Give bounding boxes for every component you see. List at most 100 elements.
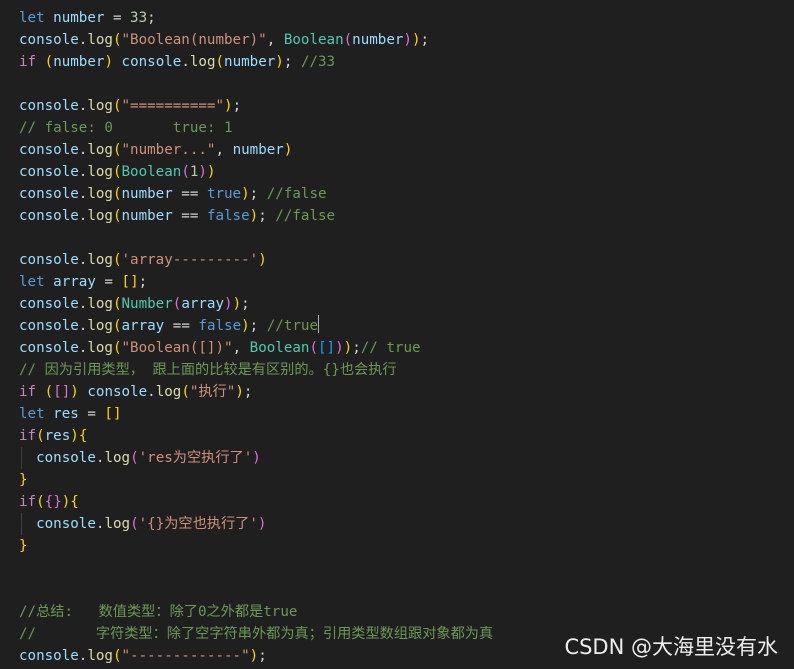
code-token: = <box>95 274 122 290</box>
code-line[interactable]: let array = []; <box>19 271 794 293</box>
code-token: == <box>164 318 199 334</box>
text-cursor <box>318 315 320 333</box>
code-line[interactable] <box>19 73 794 95</box>
code-token: ; <box>138 274 148 290</box>
code-token: "Boolean(number)" <box>121 32 267 48</box>
code-token: ) <box>249 648 259 664</box>
indent-guide <box>21 447 22 469</box>
code-editor[interactable]: let number = 33; console.log("Boolean(num… <box>0 0 794 669</box>
code-token: ; <box>258 208 276 224</box>
code-token: ) <box>257 516 267 532</box>
code-token: // 因为引用类型， 跟上面的比较是有区别的。{}也会执行 <box>19 362 397 378</box>
code-token: number <box>224 54 276 70</box>
code-token: ( <box>112 318 122 334</box>
code-token: console <box>19 296 79 312</box>
code-token: ) <box>206 164 216 180</box>
code-token: if <box>19 428 37 444</box>
code-line[interactable]: console.log('res为空执行了') <box>19 447 794 469</box>
code-token: console <box>19 142 79 158</box>
code-token: //true <box>266 318 319 334</box>
code-line[interactable]: if(res){ <box>19 425 794 447</box>
code-token: == <box>172 208 207 224</box>
code-token: ; <box>232 98 242 114</box>
code-line[interactable]: console.log(Boolean(1)) <box>19 161 794 183</box>
code-token: "执行" <box>189 384 236 400</box>
code-token: ( <box>112 208 122 224</box>
code-token: if <box>19 384 37 400</box>
code-token: { <box>44 494 54 510</box>
code-line[interactable]: if ([]) console.log("执行"); <box>19 381 794 403</box>
code-line[interactable]: console.log(array == false); //true <box>19 315 794 337</box>
code-token: log <box>87 32 113 48</box>
code-line[interactable]: console.log(number == true); //false <box>19 183 794 205</box>
code-token: "number..." <box>121 142 216 158</box>
code-line[interactable]: console.log("Boolean([])", Boolean([]));… <box>19 337 794 359</box>
code-line[interactable]: console.log("number...", number) <box>19 139 794 161</box>
code-line[interactable]: let res = [] <box>19 403 794 425</box>
code-token: ] <box>61 384 71 400</box>
code-token: number <box>232 142 284 158</box>
code-token: ( <box>44 384 54 400</box>
code-token: '{}为空也执行了' <box>138 516 258 532</box>
code-token: log <box>87 648 113 664</box>
indent-guide <box>21 513 22 535</box>
code-line[interactable]: console.log(Number(array)); <box>19 293 794 315</box>
code-area[interactable]: let number = 33; console.log("Boolean(num… <box>19 7 794 667</box>
code-token: ( <box>112 164 122 180</box>
code-token: if <box>19 494 37 510</box>
code-token: ) <box>335 340 344 356</box>
code-token: [ <box>104 406 113 422</box>
code-line[interactable]: if({}){ <box>19 491 794 513</box>
code-token: log <box>189 54 216 70</box>
code-line[interactable]: } <box>19 469 794 491</box>
code-token: number <box>121 208 173 224</box>
code-line[interactable] <box>19 227 794 249</box>
code-token: ) <box>241 186 250 202</box>
code-token: } <box>19 538 28 554</box>
code-token: console <box>19 164 79 180</box>
code-token: { <box>70 494 79 510</box>
code-token: } <box>19 472 28 488</box>
code-token: = <box>104 10 131 26</box>
code-token: ( <box>309 340 318 356</box>
code-token: ; <box>352 340 361 356</box>
code-line[interactable]: console.log("Boolean(number)", Boolean(n… <box>19 29 794 51</box>
code-token: ( <box>130 516 139 532</box>
code-token: //false <box>266 186 327 202</box>
code-token: console <box>36 516 96 532</box>
code-line[interactable]: //总结: 数值类型：除了0之外都是true <box>19 601 794 623</box>
code-token: // false: 0 true: 1 <box>19 120 233 136</box>
code-token: ( <box>44 54 54 70</box>
code-token: array <box>53 274 96 290</box>
code-line[interactable]: console.log("=========="); <box>19 95 794 117</box>
code-token: ) <box>252 450 261 466</box>
code-token: ; <box>249 318 267 334</box>
code-token: 'res为空执行了' <box>138 450 253 466</box>
code-token: log <box>87 98 113 114</box>
code-token: console <box>36 450 96 466</box>
code-token: ) <box>70 428 79 444</box>
code-token: res <box>53 406 79 422</box>
code-line[interactable]: let number = 33; <box>19 7 794 29</box>
code-token: res <box>44 428 71 444</box>
code-token: console <box>19 648 79 664</box>
code-line[interactable] <box>19 557 794 579</box>
code-token: ] <box>130 274 139 290</box>
code-line[interactable] <box>19 579 794 601</box>
code-token: console <box>19 252 79 268</box>
watermark: CSDN @大海里没有水 <box>564 635 778 659</box>
code-line[interactable]: console.log('{}为空也执行了') <box>19 513 794 535</box>
code-token: true <box>206 186 242 202</box>
code-line[interactable]: if (number) console.log(number); //33 <box>19 51 794 73</box>
code-line[interactable]: // false: 0 true: 1 <box>19 117 794 139</box>
code-token: ; <box>249 186 267 202</box>
code-line[interactable]: // 因为引用类型， 跟上面的比较是有区别的。{}也会执行 <box>19 359 794 381</box>
code-line[interactable]: console.log('array---------') <box>19 249 794 271</box>
code-token: { <box>78 428 88 444</box>
code-line[interactable]: console.log(number == false); //false <box>19 205 794 227</box>
code-line[interactable]: } <box>19 535 794 557</box>
code-token: ] <box>112 406 122 422</box>
